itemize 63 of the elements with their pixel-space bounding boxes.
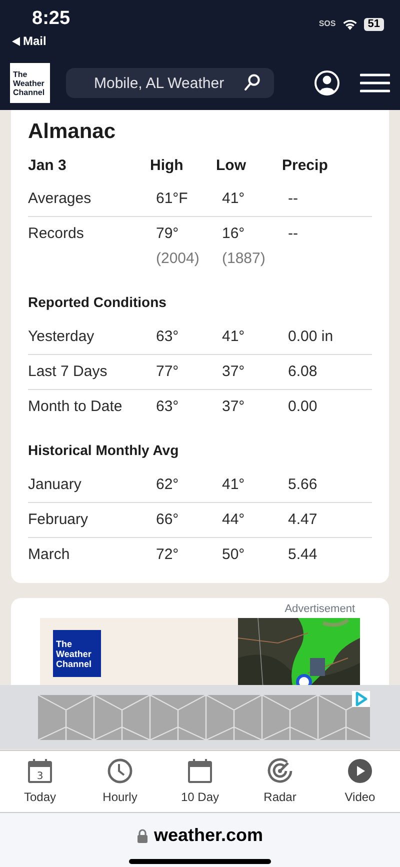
record-year: (2004) [156, 249, 200, 269]
section-heading: Historical Monthly Avg [28, 441, 180, 460]
calendar-icon [187, 758, 213, 784]
search-icon[interactable] [244, 74, 260, 91]
row-label: Averages [28, 189, 92, 209]
play-icon [347, 758, 373, 784]
table-cell-text: 37° [222, 397, 246, 417]
nav-tab[interactable]: Radar [245, 758, 315, 806]
table-cell-text: 37° [222, 362, 246, 382]
clock-icon [107, 758, 133, 784]
row-label: Records [28, 224, 85, 244]
back-link[interactable]: Mail [23, 32, 46, 50]
search-field[interactable]: Mobile, AL Weather [66, 68, 274, 98]
table-cell-text: 62° [156, 475, 180, 495]
table-cell-text: 41° [222, 189, 246, 209]
table-cell-text: 63° [156, 397, 180, 417]
table-cell-text: 0.00 in [288, 327, 334, 347]
table-cell-text: 77° [156, 362, 180, 382]
ad-label: Advertisement [284, 602, 355, 617]
table-cell-text: 4.47 [288, 510, 318, 530]
nav-tab[interactable]: 10 Day [165, 758, 235, 806]
menu-icon[interactable] [360, 73, 390, 93]
table-cell-text: 44° [222, 510, 246, 530]
account-icon[interactable] [314, 70, 340, 96]
table-cell-text: 79° [156, 224, 180, 244]
table-cell-text: -- [288, 189, 299, 209]
row-label: Yesterday [28, 327, 96, 347]
record-year: (1887) [222, 249, 266, 269]
logo[interactable]: The Weather Channel [10, 63, 50, 103]
table-cell-text: 41° [222, 475, 246, 495]
section-heading: Reported Conditions [28, 293, 168, 312]
nav-tab[interactable]: Hourly [85, 758, 155, 806]
table-cell-text: 61°F [156, 189, 189, 209]
nav-tab[interactable]: 3 Today [5, 758, 75, 806]
lock-icon [136, 828, 148, 842]
row-label: February [28, 510, 90, 530]
card-title: Almanac [28, 119, 117, 145]
row-label: January [28, 475, 82, 495]
table-cell-text: 50° [222, 545, 246, 565]
row-label: Last 7 Days [28, 362, 108, 382]
sos-label: SOS [318, 18, 336, 30]
table-cell-text: 5.44 [288, 545, 318, 565]
calendar-icon: 3 [27, 758, 53, 784]
table-cell-text: -- [288, 224, 299, 244]
status-time: 8:25 [31, 7, 70, 31]
battery-level: 51 [364, 18, 384, 30]
table-cell-text: 41° [222, 327, 246, 347]
table-cell-text: 72° [156, 545, 180, 565]
row-label: March [28, 545, 71, 565]
column-header: Precip [282, 156, 329, 176]
table-cell-text: 66° [156, 510, 180, 530]
table-cell-text: 63° [156, 327, 180, 347]
nav-tab[interactable]: Video [325, 758, 395, 806]
table-cell-text: 0.00 [288, 397, 318, 417]
url-text[interactable]: weather.com [154, 822, 264, 849]
table-cell-text: 6.08 [288, 362, 318, 382]
table-cell-text: 5.66 [288, 475, 318, 495]
row-label: Month to Date [28, 397, 124, 417]
table-cell-text: 16° [222, 224, 246, 244]
wifi-icon [342, 18, 358, 30]
back-icon[interactable] [12, 36, 20, 46]
radar-icon [267, 758, 293, 784]
ad-logo[interactable]: The Weather Channel [53, 630, 101, 677]
